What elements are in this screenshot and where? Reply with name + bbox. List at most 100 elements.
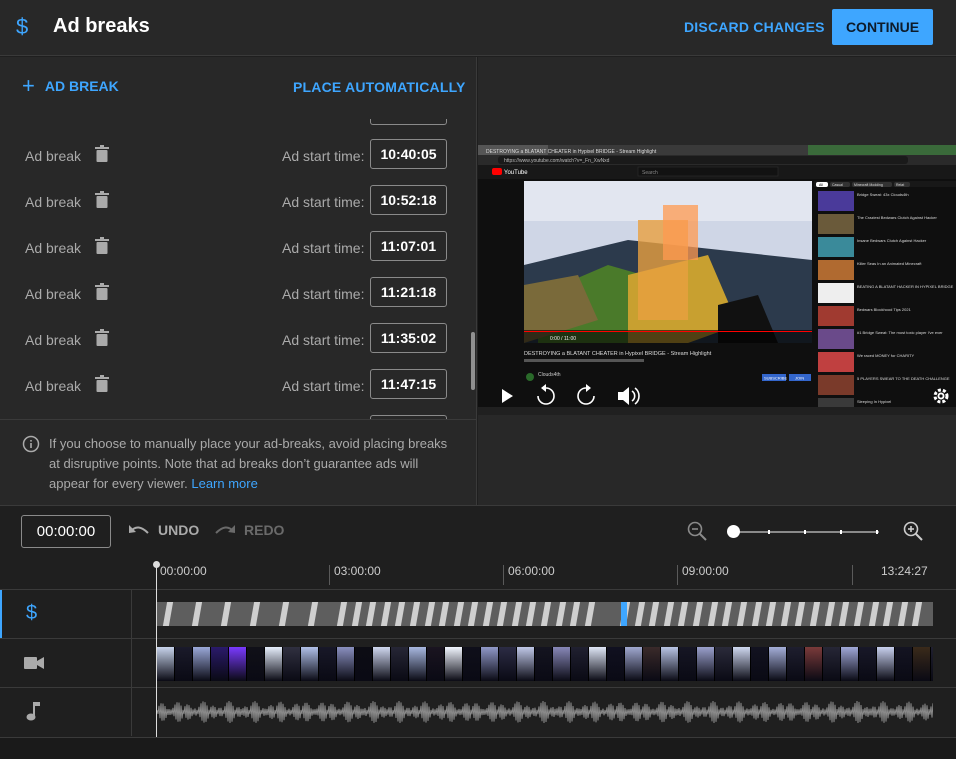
timeline[interactable]: 00:00:00 03:00:00 06:00:00 09:00:00 13:2…	[0, 557, 956, 759]
video-track[interactable]	[0, 638, 956, 687]
redo-button[interactable]: REDO	[214, 522, 284, 538]
ad-start-time-input[interactable]: 11:47:15	[370, 369, 447, 399]
trash-icon[interactable]	[95, 237, 109, 254]
playhead-handle[interactable]	[153, 561, 160, 568]
ad-breaks-dollar-icon: $	[16, 14, 29, 39]
ad-list-scrollbar[interactable]	[471, 332, 475, 390]
ad-break-marker[interactable]	[394, 602, 406, 626]
playhead[interactable]	[156, 563, 157, 737]
ad-start-time-input[interactable]: 11:35:02	[370, 323, 447, 353]
ad-break-marker[interactable]	[868, 602, 880, 626]
add-ad-break-button[interactable]: + AD BREAK	[22, 75, 119, 97]
ruler-mark	[503, 565, 504, 585]
place-automatically-button[interactable]: PLACE AUTOMATICALLY	[293, 79, 466, 95]
ad-break-marker[interactable]	[482, 602, 494, 626]
ad-break-marker-selected[interactable]	[621, 602, 627, 626]
volume-icon[interactable]	[618, 387, 640, 405]
ad-break-marker[interactable]	[780, 602, 792, 626]
ad-break-marker[interactable]	[336, 602, 348, 626]
ad-break-marker[interactable]	[525, 602, 537, 626]
ad-break-marker[interactable]	[897, 602, 909, 626]
video-preview[interactable]: DESTROYING a BLATANT CHEATER in Hypixel …	[478, 145, 956, 415]
ad-break-marker[interactable]	[278, 602, 290, 626]
zoom-out-icon[interactable]	[686, 520, 708, 542]
video-camera-icon	[24, 657, 44, 669]
ad-breaks-track[interactable]: $	[0, 589, 956, 638]
filmstrip-frame	[607, 647, 625, 681]
ad-breaks-track-header[interactable]: $	[0, 590, 132, 638]
ad-break-marker[interactable]	[838, 602, 850, 626]
ad-break-marker[interactable]	[438, 602, 450, 626]
timecode-input[interactable]: 00:00:00	[21, 515, 111, 548]
subscribe-button-text: SUBSCRIBE	[764, 376, 787, 381]
undo-button[interactable]: UNDO	[128, 522, 199, 538]
ad-break-markers-bar[interactable]	[157, 602, 933, 626]
ad-break-marker[interactable]	[307, 602, 319, 626]
ad-start-time-input[interactable]: 11:07:01	[370, 231, 447, 261]
play-icon[interactable]	[502, 389, 513, 403]
ad-break-marker[interactable]	[721, 602, 733, 626]
audio-waveform[interactable]	[157, 698, 933, 726]
ad-break-marker[interactable]	[555, 602, 567, 626]
ad-break-marker[interactable]	[191, 602, 203, 626]
ad-break-marker[interactable]	[882, 602, 894, 626]
ad-break-marker[interactable]	[809, 602, 821, 626]
ad-break-marker[interactable]	[853, 602, 865, 626]
rewind-10-icon[interactable]	[537, 384, 555, 405]
trash-icon[interactable]	[95, 191, 109, 208]
zoom-slider[interactable]	[727, 525, 879, 538]
filmstrip-frame	[895, 647, 913, 681]
zoom-slider-knob[interactable]	[727, 525, 740, 538]
ad-start-time-input[interactable]: 10:40:05	[370, 139, 447, 169]
ad-break-marker[interactable]	[365, 602, 377, 626]
ad-start-time-input-partial[interactable]	[370, 119, 447, 125]
ad-break-marker[interactable]	[648, 602, 660, 626]
chip-2: Minecraft Modding	[854, 183, 883, 187]
ad-break-marker[interactable]	[911, 602, 923, 626]
ad-start-time-input[interactable]: 10:52:18	[370, 185, 447, 215]
settings-gear-icon[interactable]	[933, 388, 949, 404]
discard-changes-button[interactable]: DISCARD CHANGES	[684, 19, 825, 35]
trash-icon[interactable]	[95, 145, 109, 162]
ad-break-marker[interactable]	[220, 602, 232, 626]
ad-break-marker[interactable]	[380, 602, 392, 626]
ad-break-marker[interactable]	[424, 602, 436, 626]
audio-track-header	[0, 688, 132, 736]
filmstrip-frame	[841, 647, 859, 681]
ad-break-marker[interactable]	[162, 602, 174, 626]
ad-break-marker[interactable]	[663, 602, 675, 626]
ad-break-marker[interactable]	[794, 602, 806, 626]
ad-break-marker[interactable]	[707, 602, 719, 626]
trash-icon[interactable]	[95, 375, 109, 392]
ad-break-marker[interactable]	[511, 602, 523, 626]
ad-break-marker[interactable]	[540, 602, 552, 626]
ad-break-marker[interactable]	[467, 602, 479, 626]
ad-break-list[interactable]: Ad break Ad start time: 10:40:05 Ad brea…	[0, 119, 466, 419]
audio-track[interactable]	[0, 687, 956, 736]
trash-icon[interactable]	[95, 329, 109, 346]
video-filmstrip[interactable]	[157, 647, 933, 681]
ad-break-marker[interactable]	[765, 602, 777, 626]
forward-10-icon[interactable]	[577, 384, 595, 405]
zoom-in-icon[interactable]	[902, 520, 924, 542]
continue-button[interactable]: CONTINUE	[832, 9, 933, 45]
ad-break-marker[interactable]	[249, 602, 261, 626]
learn-more-link[interactable]: Learn more	[191, 476, 257, 491]
ad-start-time-input[interactable]: 11:21:18	[370, 277, 447, 307]
ad-break-marker[interactable]	[736, 602, 748, 626]
filmstrip-frame	[697, 647, 715, 681]
timeline-ruler[interactable]: 00:00:00 03:00:00 06:00:00 09:00:00 13:2…	[132, 557, 956, 589]
ad-break-marker[interactable]	[496, 602, 508, 626]
ad-break-marker[interactable]	[569, 602, 581, 626]
ad-break-marker[interactable]	[634, 602, 646, 626]
ad-break-marker[interactable]	[751, 602, 763, 626]
ad-break-marker[interactable]	[692, 602, 704, 626]
ad-break-marker[interactable]	[584, 602, 596, 626]
ad-break-marker[interactable]	[351, 602, 363, 626]
ad-break-marker[interactable]	[677, 602, 689, 626]
ad-break-marker[interactable]	[453, 602, 465, 626]
ad-break-marker[interactable]	[824, 602, 836, 626]
trash-icon[interactable]	[95, 283, 109, 300]
ad-break-marker[interactable]	[409, 602, 421, 626]
filmstrip-frame	[301, 647, 319, 681]
